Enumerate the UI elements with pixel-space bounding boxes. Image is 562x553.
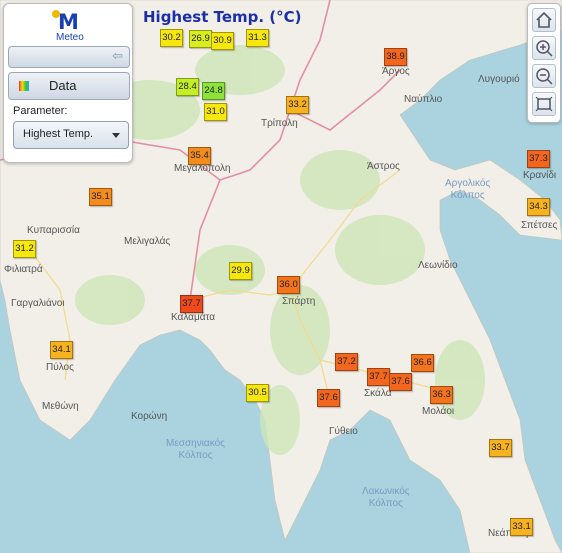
place-label: Μεθώνη xyxy=(42,401,79,412)
temperature-marker[interactable]: 36.0 xyxy=(277,276,300,294)
zoom-out-icon xyxy=(536,68,553,85)
place-label: Μελιγαλάς xyxy=(124,236,171,247)
zoom-extent-button[interactable] xyxy=(532,92,556,116)
temperature-marker[interactable]: 36.3 xyxy=(430,386,453,404)
zoom-out-button[interactable] xyxy=(532,64,556,88)
zoom-extent-icon xyxy=(535,96,553,112)
temperature-marker[interactable]: 34.1 xyxy=(50,341,73,359)
place-label: Γαργαλιάνοι xyxy=(11,298,65,309)
place-label: Άστρος xyxy=(367,161,400,172)
temperature-marker[interactable]: 31.0 xyxy=(204,103,227,121)
place-label: Σπάρτη xyxy=(282,296,316,307)
logo-m-icon: M xyxy=(58,10,79,34)
temperature-marker[interactable]: 37.7 xyxy=(367,368,390,386)
temperature-marker[interactable]: 33.1 xyxy=(510,518,533,536)
place-label: Λεωνίδιο xyxy=(418,260,458,271)
sea-label: Αργολικός Κόλπος xyxy=(445,178,490,202)
data-button[interactable]: Data xyxy=(8,72,130,100)
home-button[interactable] xyxy=(532,8,556,32)
place-label: Άργος xyxy=(382,66,410,77)
place-label: Πύλος xyxy=(46,362,74,373)
sea-label-line: Κόλπος xyxy=(178,450,213,461)
sea-label: Μεσσηνιακός Κόλπος xyxy=(166,438,225,462)
control-panel: M Meteo ⇦ Data Parameter: Highest Temp. xyxy=(3,3,133,163)
temperature-marker[interactable]: 37.7 xyxy=(180,295,203,313)
place-label: Καλαμάτα xyxy=(171,312,216,323)
sea-label-line: Κόλπος xyxy=(450,190,485,201)
temperature-marker[interactable]: 38.9 xyxy=(384,48,407,66)
zoom-in-icon xyxy=(536,40,553,57)
place-label: Γύθειο xyxy=(329,426,358,437)
temperature-marker[interactable]: 33.7 xyxy=(489,439,512,457)
sea-label-line: Κόλπος xyxy=(368,498,403,509)
place-label: Τρίπολη xyxy=(261,118,298,129)
temperature-marker[interactable]: 24.8 xyxy=(202,82,225,100)
place-label: Σπέτσες xyxy=(521,220,558,231)
temperature-marker[interactable]: 31.3 xyxy=(246,29,269,47)
temperature-marker[interactable]: 37.6 xyxy=(389,373,412,391)
place-label: Κορώνη xyxy=(131,411,168,422)
temperature-marker[interactable]: 37.6 xyxy=(317,389,340,407)
data-palette-icon xyxy=(19,81,29,91)
temperature-marker[interactable]: 37.2 xyxy=(335,353,358,371)
temperature-marker[interactable]: 33.2 xyxy=(286,96,309,114)
collapse-panel-button[interactable]: ⇦ xyxy=(8,46,130,68)
place-label: Λυγουριό xyxy=(478,74,520,85)
temperature-marker[interactable]: 30.9 xyxy=(211,32,234,50)
temperature-marker[interactable]: 35.1 xyxy=(89,188,112,206)
temperature-marker[interactable]: 31.2 xyxy=(13,240,36,258)
map-toolbar xyxy=(527,3,561,123)
place-label: Κυπαρισσία xyxy=(27,225,80,236)
place-label: Ναύπλιο xyxy=(404,94,443,105)
temperature-marker[interactable]: 30.5 xyxy=(246,384,269,402)
parameter-select[interactable]: Highest Temp. xyxy=(13,121,129,149)
data-button-label: Data xyxy=(49,78,77,93)
zoom-in-button[interactable] xyxy=(532,36,556,60)
temperature-marker[interactable]: 28.4 xyxy=(176,78,199,96)
sea-label-line: Λακωνικός xyxy=(362,486,410,497)
sea-label: Λακωνικός Κόλπος xyxy=(362,486,410,510)
home-icon xyxy=(536,11,552,28)
place-label: Σκάλα xyxy=(364,388,392,399)
meteo-logo: M Meteo xyxy=(52,8,92,44)
place-label: Μολάοι xyxy=(422,406,455,417)
parameter-select-value: Highest Temp. xyxy=(23,128,94,140)
logo-text: Meteo xyxy=(56,32,84,43)
place-label: Φιλιατρά xyxy=(4,264,43,275)
chevron-down-icon xyxy=(112,133,120,138)
temperature-marker[interactable]: 30.2 xyxy=(160,29,183,47)
temperature-marker[interactable]: 36.6 xyxy=(411,354,434,372)
arrow-left-icon: ⇦ xyxy=(112,48,123,63)
temperature-marker[interactable]: 26.9 xyxy=(189,30,212,48)
temperature-marker[interactable]: 29.9 xyxy=(229,262,252,280)
map-title: Highest Temp. (°C) xyxy=(143,8,302,26)
place-label: Κρανίδι xyxy=(523,170,557,181)
temperature-marker[interactable]: 37.3 xyxy=(527,150,550,168)
parameter-label: Parameter: xyxy=(13,105,68,117)
sea-label-line: Μεσσηνιακός xyxy=(166,438,225,449)
temperature-marker[interactable]: 35.4 xyxy=(188,147,211,165)
sea-label-line: Αργολικός xyxy=(445,178,491,189)
temperature-marker[interactable]: 34.3 xyxy=(527,198,550,216)
